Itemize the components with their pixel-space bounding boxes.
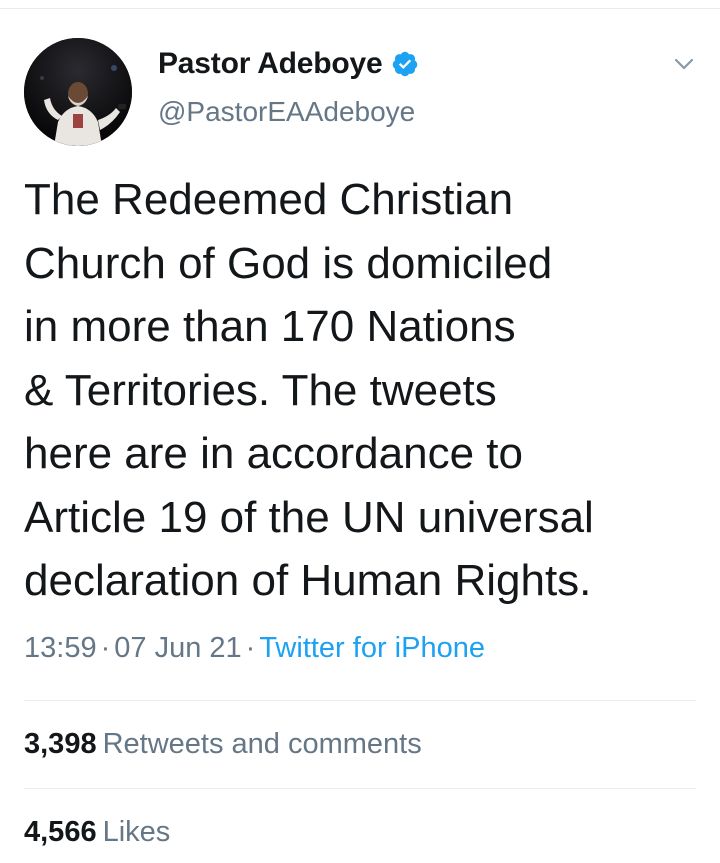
- likes-count: 4,566: [24, 816, 97, 848]
- tweet-text: The Redeemed Christian Church of God is …: [24, 168, 704, 613]
- tweet-text-line: Church of God is domiciled: [24, 238, 553, 288]
- tweet-source-link[interactable]: Twitter for iPhone: [259, 632, 485, 664]
- tweet-date[interactable]: 07 Jun 21: [114, 632, 241, 664]
- avatar[interactable]: [24, 38, 132, 146]
- verified-badge-icon: [391, 50, 419, 78]
- tweet-time[interactable]: 13:59: [24, 632, 97, 664]
- tweet-text-line: & Territories. The tweets: [24, 365, 497, 415]
- meta-separator: ·: [100, 632, 111, 664]
- display-name[interactable]: Pastor Adeboye: [158, 47, 383, 81]
- tweet-detail: Pastor Adeboye @PastorEAAdeboye The Rede…: [0, 0, 720, 863]
- retweets-stat[interactable]: 3,398 Retweets and comments: [24, 728, 422, 761]
- author-name-row[interactable]: Pastor Adeboye: [158, 44, 419, 84]
- author-handle[interactable]: @PastorEAAdeboye: [158, 96, 415, 128]
- divider: [24, 788, 696, 789]
- profile-photo-icon: [24, 38, 132, 146]
- meta-separator: ·: [245, 632, 256, 664]
- likes-stat[interactable]: 4,566 Likes: [24, 816, 170, 849]
- tweet-metadata: 13:59 · 07 Jun 21 · Twitter for iPhone: [24, 632, 485, 665]
- tweet-text-line: in more than 170 Nations: [24, 302, 516, 351]
- retweets-label: Retweets and comments: [102, 728, 422, 760]
- tweet-text-line: declaration of Human Rights.: [24, 556, 592, 605]
- likes-label: Likes: [102, 816, 171, 848]
- tweet-text-line: here are in accordance to: [24, 429, 523, 478]
- retweets-count: 3,398: [24, 728, 97, 760]
- tweet-text-line: Article 19 of the UN universal: [24, 492, 594, 542]
- divider: [24, 700, 696, 701]
- chevron-down-icon[interactable]: [672, 52, 696, 76]
- top-divider: [0, 8, 720, 9]
- tweet-text-line: The Redeemed Christian: [24, 175, 514, 224]
